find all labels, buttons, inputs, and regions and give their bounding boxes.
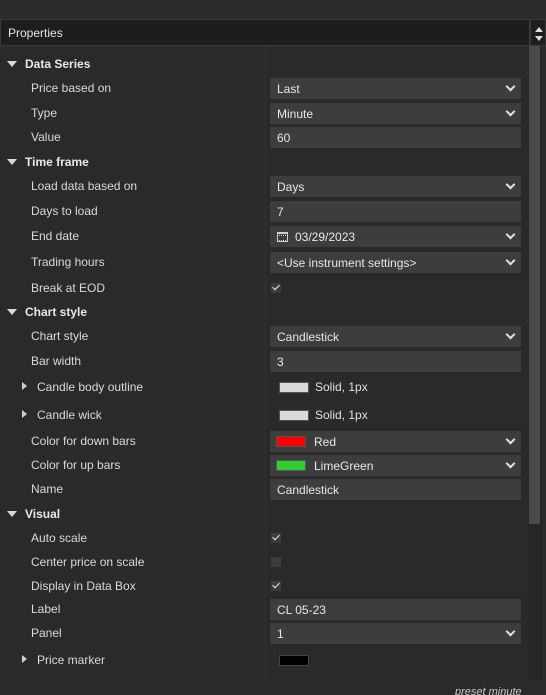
property-label: Panel	[31, 626, 62, 640]
category-title: Time frame	[25, 155, 89, 169]
calendar-icon[interactable]	[277, 232, 288, 242]
dropdown-value: <Use instrument settings>	[277, 256, 417, 270]
header-scroll-buttons[interactable]	[530, 19, 546, 46]
property-grid: Data Series Price based on Last Type Min…	[0, 46, 528, 680]
property-label: Type	[31, 106, 58, 120]
price-based-on-dropdown[interactable]: Last	[270, 78, 521, 99]
stroke-value[interactable]: Solid, 1px	[315, 380, 368, 394]
property-label: Color for up bars	[31, 458, 121, 472]
load-data-based-on-dropdown[interactable]: Days	[270, 176, 521, 197]
chevron-down-icon[interactable]	[505, 626, 516, 637]
dropdown-value: 1	[277, 627, 284, 641]
type-dropdown[interactable]: Minute	[270, 103, 521, 124]
input-value: Candlestick	[277, 483, 340, 497]
category-title: Visual	[25, 507, 61, 521]
scrollbar-thumb[interactable]	[529, 46, 540, 524]
top-bar	[0, 0, 546, 19]
properties-header: Properties	[0, 19, 530, 46]
stroke-value[interactable]: Solid, 1px	[315, 408, 368, 422]
days-to-load-input[interactable]: 7	[270, 201, 521, 222]
value-input[interactable]: 60	[270, 127, 521, 148]
property-label: Bar width	[31, 354, 82, 368]
chevron-down-icon[interactable]	[505, 434, 516, 445]
chevron-down-icon[interactable]	[505, 106, 516, 117]
date-value: 03/29/2023	[295, 230, 356, 244]
dropdown-value: LimeGreen	[314, 459, 374, 473]
dropdown-value: Days	[277, 180, 305, 194]
property-label: Value	[31, 130, 61, 144]
property-label: Load data based on	[31, 179, 138, 193]
chevron-down-icon[interactable]	[505, 229, 516, 240]
preset-label: preset minute	[455, 686, 522, 695]
vertical-scrollbar[interactable]	[528, 46, 542, 680]
input-value: 7	[277, 205, 284, 219]
dropdown-value: Minute	[277, 107, 314, 121]
collapse-triangle-icon[interactable]	[7, 159, 17, 165]
price-marker-color-swatch[interactable]	[279, 655, 309, 666]
scroll-up-icon[interactable]	[535, 27, 543, 32]
input-value: CL 05-23	[277, 603, 326, 617]
property-label: Trading hours	[31, 255, 105, 269]
break-at-eod-checkbox[interactable]	[271, 283, 281, 293]
chevron-down-icon[interactable]	[505, 458, 516, 469]
category-title: Data Series	[25, 57, 91, 71]
chart-style-dropdown[interactable]: Candlestick	[270, 326, 521, 347]
property-label: Display in Data Box	[31, 579, 136, 593]
trading-hours-dropdown[interactable]: <Use instrument settings>	[270, 252, 521, 273]
property-label: Name	[31, 482, 64, 496]
label-input[interactable]: CL 05-23	[270, 599, 521, 620]
collapse-triangle-icon[interactable]	[7, 511, 17, 517]
chevron-down-icon[interactable]	[505, 329, 516, 340]
property-label: Break at EOD	[31, 281, 106, 295]
bar-width-input[interactable]: 3	[270, 351, 521, 372]
end-date-picker[interactable]: 03/29/2023	[270, 226, 521, 247]
category-title: Chart style	[25, 305, 88, 319]
property-label: Candle wick	[37, 408, 102, 422]
property-label: Price marker	[37, 653, 106, 667]
display-in-data-box-checkbox[interactable]	[271, 581, 281, 591]
input-value: 3	[277, 355, 284, 369]
property-label: Center price on scale	[31, 555, 145, 569]
stroke-color-swatch[interactable]	[279, 410, 309, 421]
dropdown-value: Last	[277, 82, 300, 96]
scroll-down-icon[interactable]	[535, 36, 543, 41]
dropdown-value: Candlestick	[277, 330, 340, 344]
property-label: Days to load	[31, 204, 98, 218]
collapse-triangle-icon[interactable]	[7, 309, 17, 315]
property-label: End date	[31, 229, 80, 243]
property-label: Color for down bars	[31, 434, 136, 448]
property-label: Chart style	[31, 329, 89, 343]
color-down-bars-dropdown[interactable]: Red	[270, 431, 521, 452]
chevron-down-icon[interactable]	[505, 81, 516, 92]
expand-triangle-icon[interactable]	[22, 410, 27, 418]
dropdown-value: Red	[314, 435, 337, 449]
property-label: Candle body outline	[37, 380, 144, 394]
color-swatch	[276, 436, 306, 447]
panel-dropdown[interactable]: 1	[270, 623, 521, 644]
stroke-color-swatch[interactable]	[279, 382, 309, 393]
expand-triangle-icon[interactable]	[22, 382, 27, 390]
expand-triangle-icon[interactable]	[22, 655, 27, 663]
name-input[interactable]: Candlestick	[270, 479, 521, 500]
chevron-down-icon[interactable]	[505, 179, 516, 190]
properties-title: Properties	[8, 26, 63, 40]
auto-scale-checkbox[interactable]	[271, 533, 281, 543]
column-divider	[265, 46, 266, 680]
chevron-down-icon[interactable]	[505, 255, 516, 266]
color-swatch	[276, 460, 306, 471]
color-up-bars-dropdown[interactable]: LimeGreen	[270, 455, 521, 476]
property-label: Label	[31, 602, 61, 616]
property-label: Price based on	[31, 81, 112, 95]
collapse-triangle-icon[interactable]	[7, 61, 17, 67]
input-value: 60	[277, 131, 291, 145]
property-label: Auto scale	[31, 531, 88, 545]
center-price-checkbox[interactable]	[271, 557, 281, 567]
